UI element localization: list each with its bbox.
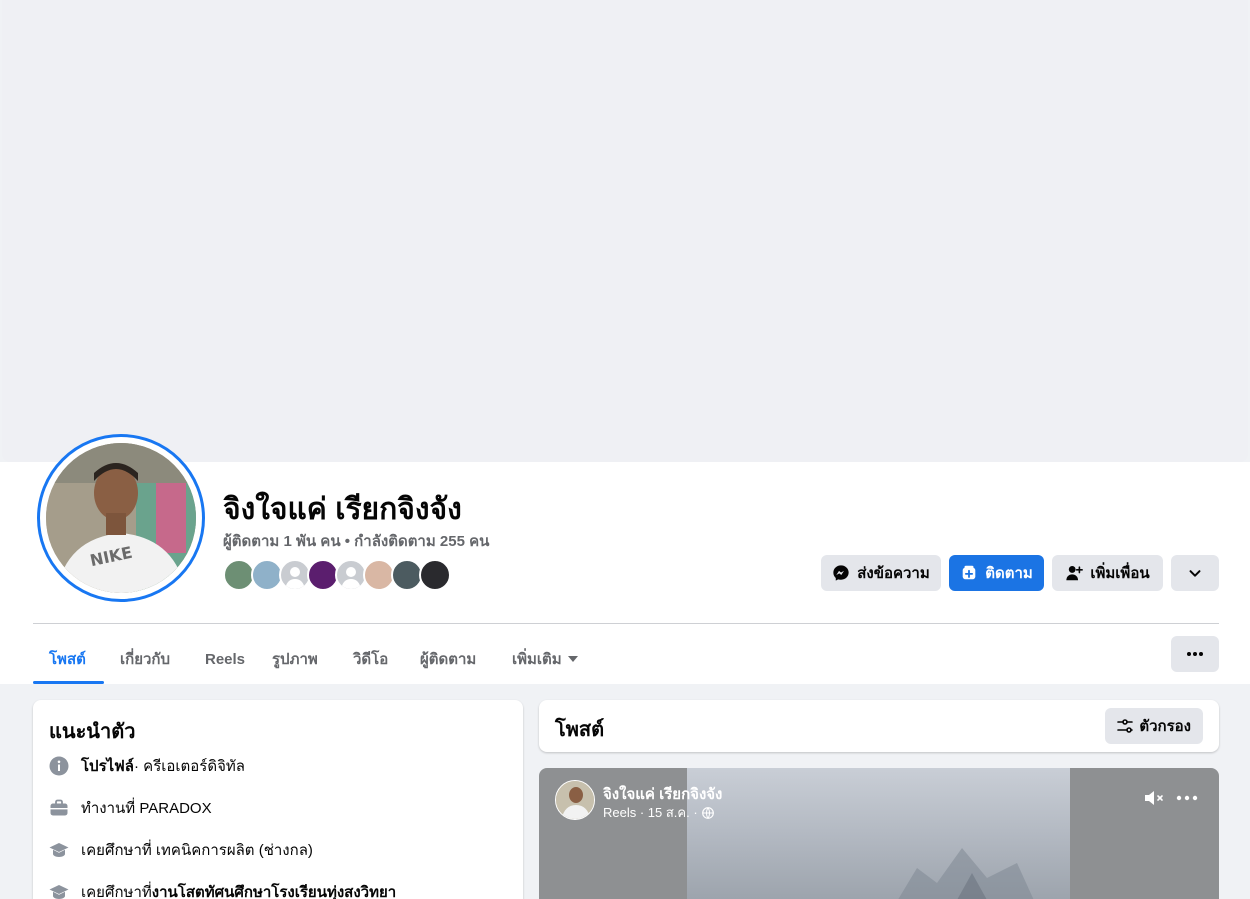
profile-options-dropdown-button[interactable] — [1171, 555, 1219, 591]
tab-reels[interactable]: Reels — [205, 634, 245, 684]
intro-profile-category: · ครีเอเตอร์ดิจิทัล — [134, 758, 245, 775]
more-options-button[interactable] — [1171, 636, 1219, 672]
intro-education-row: เคยศึกษาที่ งานโสตทัศนศึกษาโรงเรียนทุ่งส… — [49, 880, 396, 899]
reel-meta: Reels · 15 ส.ค. · — [603, 802, 714, 823]
filter-button-label: ตัวกรอง — [1139, 718, 1191, 735]
message-button-label: ส่งข้อความ — [857, 565, 930, 582]
tab-videos[interactable]: วิดีโอ — [353, 634, 388, 684]
reel-post[interactable]: จิงใจแค่ เรียกจิงจัง Reels · 15 ส.ค. · — [539, 768, 1219, 899]
messenger-icon — [832, 564, 850, 582]
graduation-cap-icon — [49, 882, 69, 899]
more-dots-icon — [1187, 652, 1203, 656]
intro-education-row: เคยศึกษาที่ เทคนิคการผลิต (ช่างกล) — [49, 838, 313, 862]
profile-follow-stats[interactable]: ผู้ติดตาม 1 พัน คน • กำลังติดตาม 255 คน — [223, 529, 489, 553]
caret-down-icon — [567, 656, 578, 662]
intro-card: แนะนำตัว โปรไฟล์ · ครีเอเตอร์ดิจิทัล ทำง… — [33, 700, 523, 899]
filter-button[interactable]: ตัวกรอง — [1105, 708, 1203, 744]
intro-profile-label[interactable]: โปรไฟล์ — [81, 754, 134, 778]
intro-profile-row: โปรไฟล์ · ครีเอเตอร์ดิจิทัล — [49, 754, 245, 778]
intro-work-row: ทำงานที่ PARADOX — [49, 796, 212, 820]
friend-avatar[interactable] — [419, 559, 451, 591]
add-friend-button[interactable]: เพิ่มเพื่อน — [1052, 555, 1163, 591]
profile-picture[interactable]: NIKE — [46, 443, 196, 593]
briefcase-icon — [49, 798, 69, 818]
follow-button[interactable]: ติดตาม — [949, 555, 1044, 591]
profile-picture-ring[interactable]: NIKE — [37, 434, 205, 602]
intro-work-text: ทำงานที่ PARADOX — [81, 800, 212, 817]
intro-education-prefix: เคยศึกษาที่ — [81, 884, 152, 899]
tab-followers[interactable]: ผู้ติดตาม — [420, 634, 476, 684]
mutual-friends-avatars — [223, 559, 463, 591]
intro-title: แนะนำตัว — [49, 721, 136, 743]
tab-about[interactable]: เกี่ยวกับ — [120, 634, 170, 684]
reel-more-options-icon[interactable] — [1175, 788, 1199, 808]
tab-posts[interactable]: โพสต์ — [49, 634, 86, 684]
add-friend-icon — [1065, 564, 1084, 582]
mute-icon[interactable] — [1143, 788, 1167, 808]
active-tab-indicator — [33, 681, 104, 684]
reel-video-frame[interactable] — [687, 768, 1070, 899]
header-divider — [33, 623, 1219, 624]
reel-thumbnail-scene — [898, 848, 1034, 899]
tab-more[interactable]: เพิ่มเติม — [512, 634, 578, 684]
globe-icon[interactable] — [701, 806, 714, 819]
info-icon — [49, 756, 69, 776]
reel-meta-text: Reels · 15 ส.ค. · — [603, 805, 698, 820]
filter-sliders-icon — [1117, 719, 1134, 733]
tab-photos[interactable]: รูปภาพ — [272, 634, 318, 684]
posts-title: โพสต์ — [555, 719, 605, 741]
intro-education-text: เคยศึกษาที่ เทคนิคการผลิต (ช่างกล) — [81, 842, 313, 859]
posts-header-card: โพสต์ ตัวกรอง — [539, 700, 1219, 752]
graduation-cap-icon — [49, 840, 69, 860]
reel-author-avatar[interactable] — [555, 780, 595, 820]
cover-photo[interactable] — [2, 0, 1248, 462]
follow-button-label: ติดตาม — [985, 565, 1033, 582]
intro-education-school-link[interactable]: งานโสตทัศนศึกษาโรงเรียนทุ่งสงวิทยา — [152, 880, 396, 899]
profile-name: จิงใจแค่ เรียกจิงจัง — [223, 493, 462, 526]
message-button[interactable]: ส่งข้อความ — [821, 555, 941, 591]
add-friend-button-label: เพิ่มเพื่อน — [1090, 565, 1150, 582]
chevron-down-icon — [1186, 564, 1204, 582]
tab-more-label: เพิ่มเติม — [512, 651, 562, 668]
profile-photo-illustration: NIKE — [46, 443, 196, 593]
follow-icon — [960, 564, 978, 582]
